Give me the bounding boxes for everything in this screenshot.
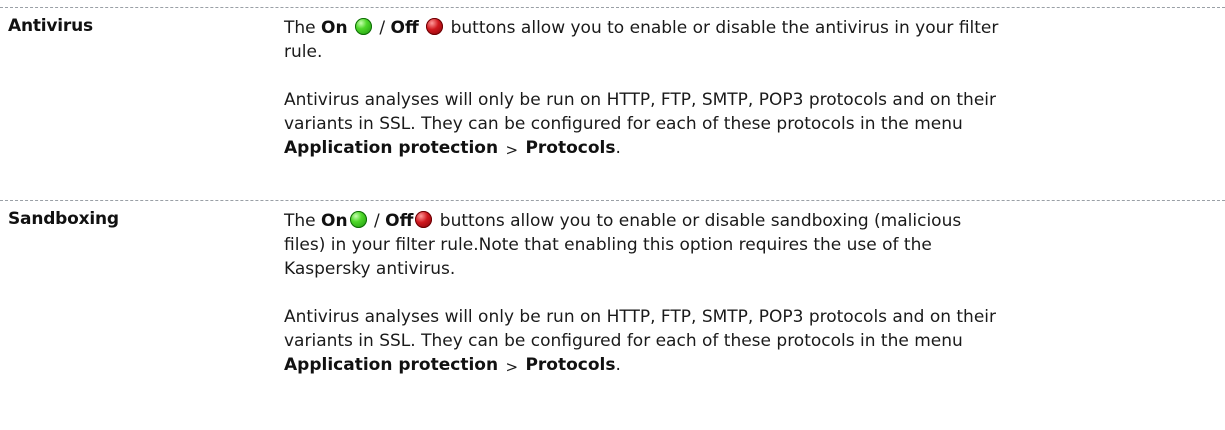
text: Antivirus analyses will only be run on H… — [284, 90, 997, 134]
description-sandboxing: The On / Off buttons allow you to enable… — [284, 209, 1004, 379]
text: The — [284, 18, 322, 38]
on-label: On — [321, 211, 348, 231]
red-dot-icon — [426, 18, 444, 35]
term-sandboxing: Sandboxing — [8, 209, 119, 229]
off-label: Off — [390, 18, 419, 38]
slash: / — [379, 18, 386, 38]
green-dot-icon — [349, 211, 367, 228]
red-dot-icon — [415, 211, 433, 228]
term-antivirus: Antivirus — [8, 16, 93, 36]
slash: / — [374, 211, 380, 231]
menu-path-application-protection: Application protection — [284, 355, 499, 375]
definition-table: Antivirus The On / Off buttons allow you… — [0, 0, 1225, 430]
description-paragraph: Antivirus analyses will only be run on H… — [284, 88, 1004, 162]
description-paragraph: Antivirus analyses will only be run on H… — [284, 305, 1004, 379]
text: The — [284, 211, 322, 231]
description-antivirus: The On / Off buttons allow you to enable… — [284, 16, 1004, 162]
menu-separator: > — [505, 358, 519, 376]
text-end: . — [615, 355, 621, 375]
menu-path-protocols: Protocols — [525, 138, 616, 158]
menu-path-application-protection: Application protection — [284, 138, 499, 158]
green-dot-icon — [355, 18, 372, 35]
description-paragraph: The On / Off buttons allow you to enable… — [284, 209, 1004, 281]
menu-path-protocols: Protocols — [525, 355, 616, 375]
on-label: On — [321, 18, 348, 38]
text-end: . — [615, 138, 621, 158]
table-row-antivirus: Antivirus The On / Off buttons allow you… — [0, 7, 1225, 200]
menu-separator: > — [505, 141, 519, 159]
description-paragraph: The On / Off buttons allow you to enable… — [284, 16, 1004, 64]
off-label: Off — [385, 211, 414, 231]
text: Antivirus analyses will only be run on H… — [284, 307, 997, 351]
table-row-sandboxing: Sandboxing The On / Off buttons allow yo… — [0, 200, 1225, 430]
